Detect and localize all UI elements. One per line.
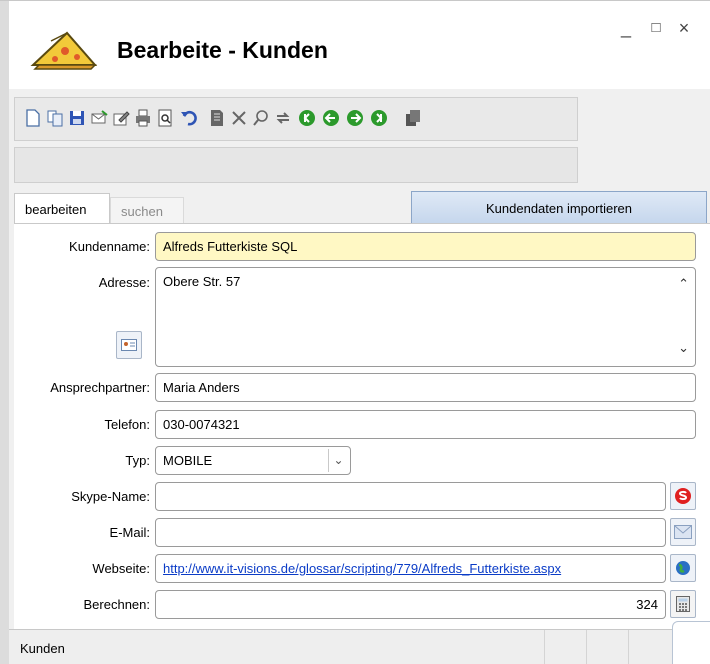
toolbar bbox=[14, 97, 578, 141]
send-email-button[interactable] bbox=[670, 518, 696, 546]
copy-document-icon[interactable] bbox=[45, 108, 65, 128]
chevron-down-icon[interactable]: ⌄ bbox=[328, 449, 348, 472]
popup-panel bbox=[672, 621, 710, 664]
status-cell bbox=[586, 630, 628, 664]
phone-field[interactable]: 030-0074321 bbox=[155, 410, 696, 439]
window-title: Bearbeite - Kunden bbox=[117, 37, 328, 63]
tab-suchen[interactable]: suchen bbox=[110, 197, 184, 224]
scroll-down-icon[interactable]: ⌄ bbox=[678, 340, 689, 356]
status-cell bbox=[544, 630, 586, 664]
app-logo-icon bbox=[30, 31, 98, 70]
website-link[interactable]: http://www.it-visions.de/glossar/scripti… bbox=[163, 561, 561, 576]
contact-person-field[interactable]: Maria Anders bbox=[155, 373, 696, 402]
address-card-icon bbox=[121, 339, 137, 351]
envelope-icon bbox=[674, 525, 692, 539]
print-preview-icon[interactable] bbox=[155, 108, 175, 128]
status-text: Kunden bbox=[20, 641, 65, 656]
email-label: E-Mail: bbox=[109, 525, 150, 540]
delete-document-icon[interactable] bbox=[207, 108, 227, 128]
type-select[interactable]: MOBILE ⌄ bbox=[155, 446, 351, 475]
message-bar bbox=[14, 147, 578, 183]
status-cell bbox=[628, 630, 668, 664]
undo-icon[interactable] bbox=[179, 108, 199, 128]
skype-field[interactable] bbox=[155, 482, 666, 511]
title-bar: Bearbeite - Kunden _ □ × bbox=[9, 1, 710, 89]
skype-icon bbox=[675, 488, 691, 504]
search-icon[interactable] bbox=[251, 108, 271, 128]
calculate-label: Berechnen: bbox=[83, 597, 151, 612]
mail-icon[interactable] bbox=[89, 108, 109, 128]
close-button[interactable]: × bbox=[673, 17, 695, 39]
contact-person-label: Ansprechpartner: bbox=[50, 380, 150, 395]
address-text: Obere Str. 57 bbox=[163, 274, 241, 289]
cancel-icon[interactable] bbox=[229, 108, 249, 128]
type-label: Typ: bbox=[125, 453, 150, 468]
globe-icon bbox=[676, 561, 690, 575]
save-icon[interactable] bbox=[67, 108, 87, 128]
minimize-button[interactable]: _ bbox=[615, 17, 637, 39]
edit-icon[interactable] bbox=[111, 108, 131, 128]
phone-label: Telefon: bbox=[104, 417, 150, 432]
last-record-icon[interactable] bbox=[369, 108, 389, 128]
first-record-icon[interactable] bbox=[297, 108, 317, 128]
new-document-icon[interactable] bbox=[23, 108, 43, 128]
previous-record-icon[interactable] bbox=[321, 108, 341, 128]
customer-name-label: Kundenname: bbox=[69, 239, 150, 254]
maximize-button[interactable]: □ bbox=[645, 17, 667, 39]
tab-bearbeiten[interactable]: bearbeiten bbox=[14, 193, 110, 224]
website-label: Webseite: bbox=[92, 561, 150, 576]
print-icon[interactable] bbox=[133, 108, 153, 128]
import-customer-data-button[interactable]: Kundendaten importieren bbox=[411, 191, 707, 227]
address-field[interactable]: Obere Str. 57 ⌃ ⌄ bbox=[155, 267, 696, 367]
export-icon[interactable] bbox=[403, 108, 423, 128]
address-label: Adresse: bbox=[98, 275, 150, 290]
customer-edit-window: Bearbeite - Kunden _ □ × bearbeiten such… bbox=[0, 0, 710, 664]
address-card-button[interactable] bbox=[116, 331, 142, 359]
status-bar: Kunden bbox=[9, 629, 710, 664]
skype-call-button[interactable] bbox=[670, 482, 696, 510]
calculate-field[interactable]: 324 bbox=[155, 590, 666, 619]
skype-label: Skype-Name: bbox=[71, 489, 150, 504]
calculator-button[interactable] bbox=[670, 590, 696, 618]
website-field[interactable]: http://www.it-visions.de/glossar/scripti… bbox=[155, 554, 666, 583]
email-field[interactable] bbox=[155, 518, 666, 547]
scroll-up-icon[interactable]: ⌃ bbox=[678, 276, 689, 292]
next-record-icon[interactable] bbox=[345, 108, 365, 128]
refresh-icon[interactable] bbox=[273, 108, 293, 128]
customer-name-field[interactable]: Alfreds Futterkiste SQL bbox=[155, 232, 696, 261]
calculator-icon bbox=[676, 596, 690, 612]
type-select-value: MOBILE bbox=[163, 453, 213, 468]
open-website-button[interactable] bbox=[670, 554, 696, 582]
